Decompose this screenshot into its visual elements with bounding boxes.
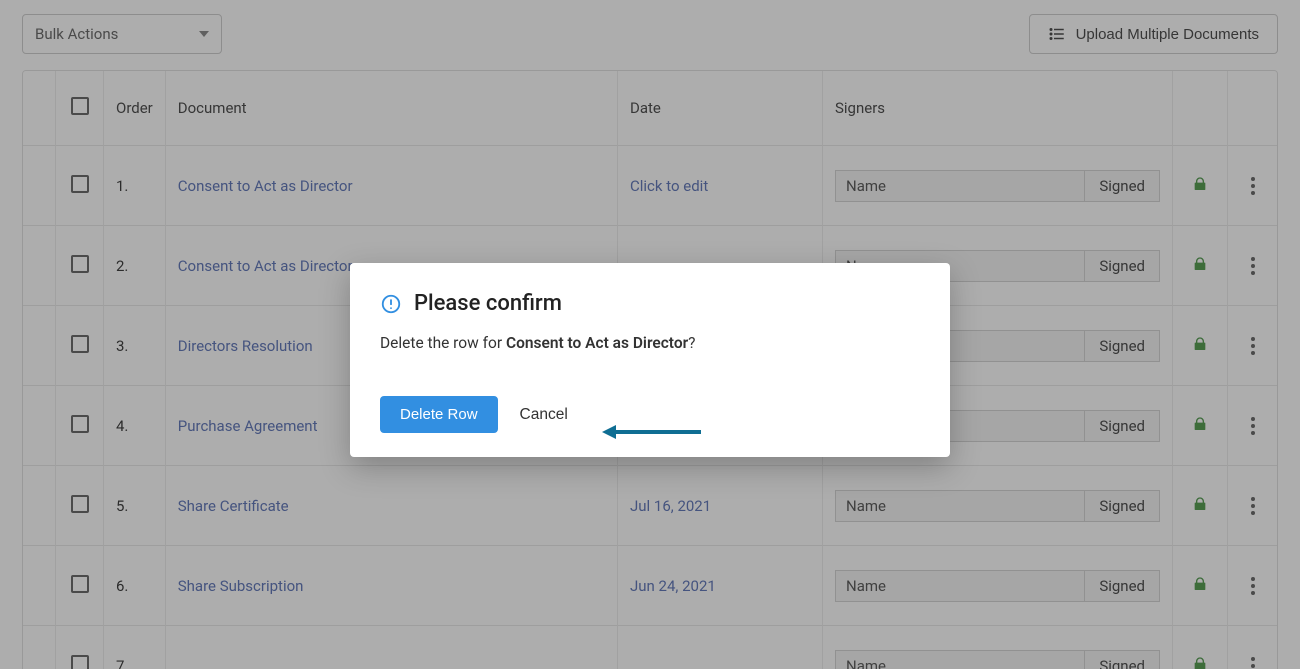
arrow-left-icon	[602, 425, 616, 439]
cancel-button[interactable]: Cancel	[520, 406, 568, 424]
modal-overlay[interactable]: Please confirm Delete the row for Consen…	[0, 0, 1300, 669]
delete-row-button[interactable]: Delete Row	[380, 396, 498, 433]
dialog-title: Please confirm	[414, 291, 562, 316]
annotation-arrow	[602, 425, 701, 439]
alert-circle-icon	[380, 293, 402, 315]
dialog-body: Delete the row for Consent to Act as Dir…	[380, 334, 920, 352]
